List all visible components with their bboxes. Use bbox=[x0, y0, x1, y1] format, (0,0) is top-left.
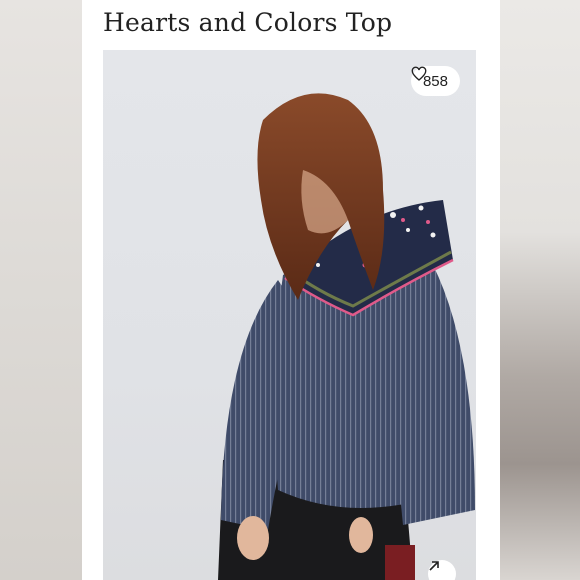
like-button[interactable]: 858 bbox=[410, 66, 460, 96]
model-illustration bbox=[218, 93, 475, 580]
background-right bbox=[500, 0, 580, 580]
background-left bbox=[0, 0, 82, 580]
heart-icon bbox=[411, 66, 427, 81]
share-button[interactable] bbox=[428, 560, 456, 580]
product-photo[interactable]: 858 bbox=[103, 50, 476, 580]
listing-card: Hearts and Colors Top 858 bbox=[82, 0, 500, 580]
listing-title: Hearts and Colors Top bbox=[103, 8, 393, 37]
arrow-up-right-icon bbox=[429, 561, 439, 571]
